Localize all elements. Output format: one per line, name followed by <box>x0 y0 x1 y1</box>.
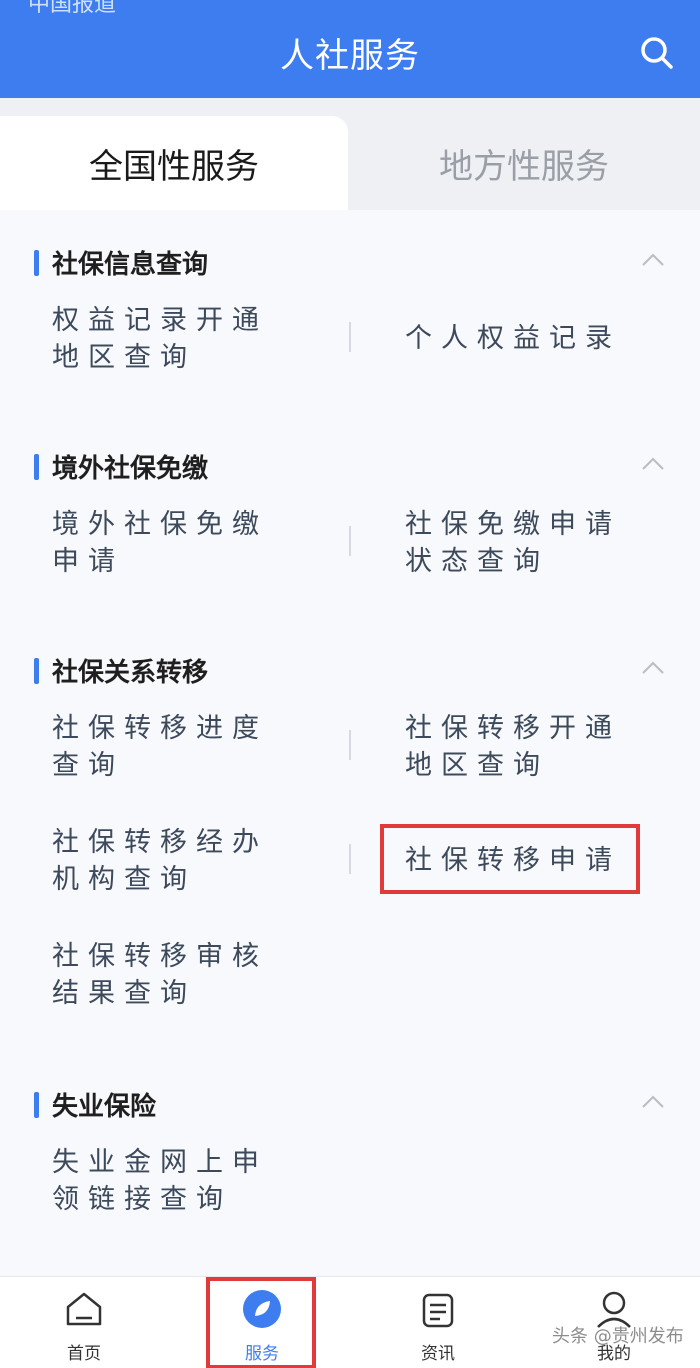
divider <box>349 730 351 760</box>
nav-highlight-box <box>206 1277 316 1368</box>
service-item-rights-record-regions[interactable]: 权益记录开通 地区查询 <box>52 302 272 376</box>
service-tabs: 全国性服务 地方性服务 <box>0 98 700 210</box>
page-title: 人社服务 <box>280 36 420 76</box>
service-item-transfer-regions[interactable]: 社保转移开通 地区查询 <box>405 710 625 784</box>
status-bar-text: 中国报道 <box>28 0 117 17</box>
section-accent-bar <box>34 658 39 684</box>
service-item-exemption-status-query[interactable]: 社保免缴申请 状态查询 <box>405 506 625 580</box>
divider <box>349 526 351 556</box>
watermark: 头条 @贵州发布 <box>552 1326 684 1347</box>
home-icon <box>66 1292 102 1326</box>
chevron-up-icon[interactable] <box>642 1094 664 1108</box>
tab-national-services[interactable]: 全国性服务 <box>0 116 348 210</box>
section-title: 失业保险 <box>52 1092 157 1122</box>
search-icon[interactable] <box>640 36 674 70</box>
section-title: 社保信息查询 <box>52 250 209 280</box>
chevron-up-icon[interactable] <box>642 456 664 470</box>
service-item-overseas-exemption-apply[interactable]: 境外社保免缴 申请 <box>52 506 272 580</box>
section-accent-bar <box>34 1092 39 1118</box>
nav-news[interactable]: 资讯 <box>378 1277 498 1368</box>
highlight-box <box>380 824 640 894</box>
service-item-personal-rights-record[interactable]: 个人权益记录 <box>405 320 625 357</box>
tab-local-services[interactable]: 地方性服务 <box>348 116 700 210</box>
nav-label: 首页 <box>67 1344 101 1364</box>
divider <box>349 844 351 874</box>
section-title: 境外社保免缴 <box>52 454 209 484</box>
section-title: 社保关系转移 <box>52 658 209 688</box>
news-icon <box>422 1293 454 1328</box>
chevron-up-icon[interactable] <box>642 252 664 266</box>
section-accent-bar <box>34 250 39 276</box>
service-item-transfer-review-result[interactable]: 社保转移审核 结果查询 <box>52 938 272 1012</box>
section-accent-bar <box>34 454 39 480</box>
service-item-unemployment-online-apply[interactable]: 失业金网上申 领链接查询 <box>52 1144 272 1218</box>
service-list: 社保信息查询 权益记录开通 地区查询 个人权益记录 境外社保免缴 境外社保免缴 … <box>0 210 700 1276</box>
service-item-transfer-progress[interactable]: 社保转移进度 查询 <box>52 710 272 784</box>
chevron-up-icon[interactable] <box>642 660 664 674</box>
service-item-transfer-agency[interactable]: 社保转移经办 机构查询 <box>52 824 272 898</box>
divider <box>349 322 351 352</box>
nav-label: 资讯 <box>421 1344 455 1364</box>
nav-home[interactable]: 首页 <box>24 1277 144 1368</box>
app-header: 中国报道 人社服务 <box>0 0 700 98</box>
